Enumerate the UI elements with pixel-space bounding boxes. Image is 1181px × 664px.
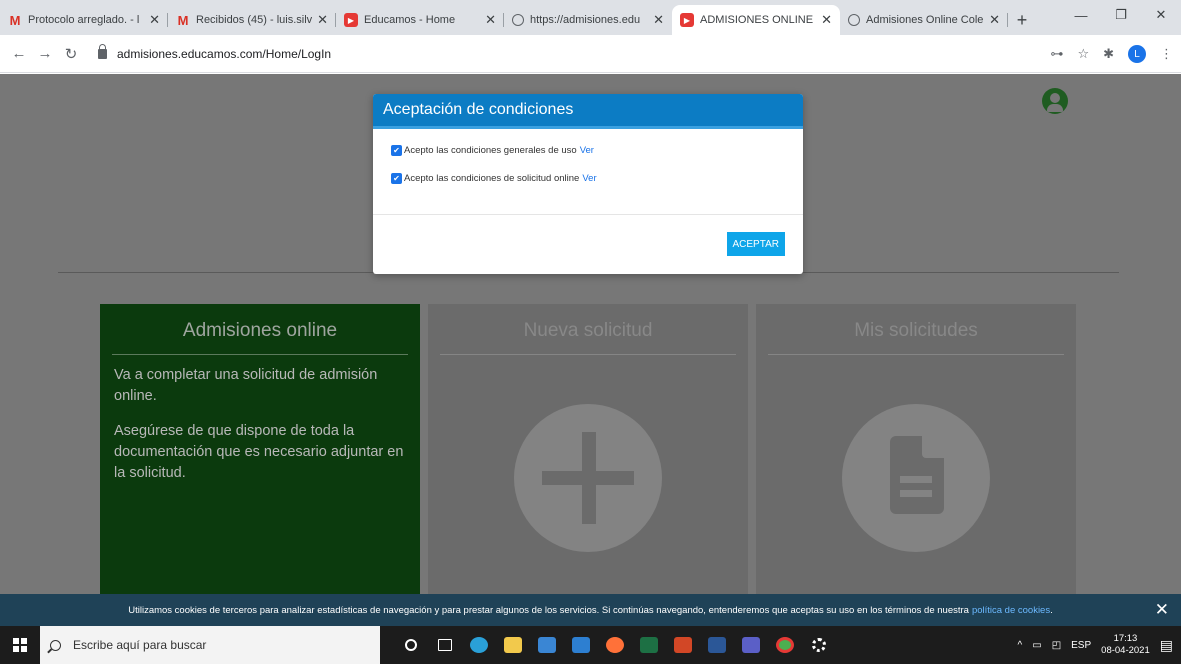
checkbox-label: Acepto las condiciones de solicitud onli…	[404, 173, 580, 184]
card-rule	[112, 354, 408, 355]
task-view-icon[interactable]	[428, 626, 462, 664]
back-button[interactable]: ←	[6, 45, 32, 62]
browser-toolbar: ← → ↻ admisiones.educamos.com/Home/LogIn…	[0, 35, 1181, 73]
close-tab-icon[interactable]: ✕	[821, 12, 832, 28]
browser-tab-3[interactable]: ▶ Educamos - Home ✕	[336, 5, 504, 35]
restore-button[interactable]: ❐	[1101, 0, 1141, 30]
card-admisiones-online[interactable]: Admisiones online Va a completar una sol…	[100, 304, 420, 594]
extensions-icon[interactable]: ✱	[1103, 46, 1114, 62]
browser-tab-6[interactable]: Admisiones Online Cole ✕	[840, 5, 1008, 35]
search-icon	[50, 639, 61, 651]
action-center-icon[interactable]: ▤	[1160, 637, 1173, 654]
teams-icon[interactable]	[734, 626, 768, 664]
document-icon	[842, 404, 990, 552]
cookie-policy-link[interactable]: política de cookies	[972, 605, 1050, 616]
reload-button[interactable]: ↻	[58, 45, 84, 63]
view-general-conditions-link[interactable]: Ver	[580, 145, 594, 156]
network-icon[interactable]: ▭	[1032, 640, 1041, 651]
clock[interactable]: 17:13 08-04-2021	[1101, 633, 1150, 657]
globe-icon	[848, 14, 860, 26]
forward-button[interactable]: →	[32, 45, 58, 62]
cortana-icon[interactable]	[394, 626, 428, 664]
system-tray: ^ ▭ ◰ ESP 17:13 08-04-2021 ▤	[1018, 626, 1181, 664]
plus-icon	[514, 404, 662, 552]
close-tab-icon[interactable]: ✕	[989, 12, 1000, 28]
cookie-banner: Utilizamos cookies de terceros para anal…	[0, 594, 1181, 626]
windows-taskbar: Escribe aquí para buscar ^ ▭ ◰ ESP 17:13…	[0, 626, 1181, 664]
browser-tab-5-active[interactable]: ▶ ADMISIONES ONLINE ✕	[672, 5, 840, 35]
edge-icon[interactable]	[462, 626, 496, 664]
minimize-button[interactable]: —	[1061, 0, 1101, 30]
globe-icon	[512, 14, 524, 26]
card-mis-solicitudes[interactable]: Mis solicitudes	[756, 304, 1076, 594]
new-tab-button[interactable]: +	[1008, 5, 1036, 35]
card-title: Mis solicitudes	[854, 320, 978, 341]
card-rule	[440, 354, 736, 355]
cookie-text: Utilizamos cookies de terceros para anal…	[128, 604, 969, 616]
language-indicator[interactable]: ESP	[1071, 640, 1091, 651]
page-content: Admisiones online Va a completar una sol…	[0, 74, 1181, 594]
star-icon[interactable]: ☆	[1077, 46, 1089, 62]
user-icon[interactable]	[1042, 88, 1068, 114]
powerpoint-icon[interactable]	[666, 626, 700, 664]
notifications-tray-icon[interactable]: ◰	[1052, 640, 1061, 651]
date: 08-04-2021	[1101, 645, 1150, 656]
mail-icon[interactable]	[564, 626, 598, 664]
windows-icon	[13, 638, 27, 652]
key-icon[interactable]: ⊶	[1050, 46, 1063, 62]
store-icon[interactable]	[530, 626, 564, 664]
browser-tab-2[interactable]: M Recibidos (45) - luis.silv ✕	[168, 5, 336, 35]
modal-title: Aceptación de condiciones	[373, 94, 803, 129]
checkbox-online-conditions[interactable]: ✔	[391, 173, 402, 184]
close-tab-icon[interactable]: ✕	[485, 12, 496, 28]
url-text: admisiones.educamos.com/Home/LogIn	[117, 46, 332, 61]
card-rule	[768, 354, 1064, 355]
close-window-button[interactable]: ✕	[1141, 0, 1181, 30]
browser-tab-4[interactable]: https://admisiones.edu ✕	[504, 5, 672, 35]
start-button[interactable]	[0, 626, 40, 664]
card-title: Nueva solicitud	[523, 320, 653, 341]
card-title: Admisiones online	[182, 320, 338, 341]
tab-strip: M Protocolo arreglado. - l ✕ M Recibidos (4…	[0, 0, 1181, 35]
gmail-icon: M	[9, 12, 21, 28]
condition-general: ✔ Acepto las condiciones generales de us…	[391, 145, 785, 156]
close-cookie-icon[interactable]: ✕	[1155, 600, 1169, 620]
address-bar[interactable]: admisiones.educamos.com/Home/LogIn	[92, 40, 992, 68]
excel-icon[interactable]	[632, 626, 666, 664]
firefox-icon[interactable]	[598, 626, 632, 664]
taskbar-search[interactable]: Escribe aquí para buscar	[40, 626, 380, 664]
profile-avatar[interactable]: L	[1128, 45, 1146, 63]
view-online-conditions-link[interactable]: Ver	[582, 173, 596, 184]
card-text: Asegúrese de que dispone de toda la docu…	[114, 423, 404, 481]
file-explorer-icon[interactable]	[496, 626, 530, 664]
word-icon[interactable]	[700, 626, 734, 664]
red-logo-icon: ▶	[344, 13, 358, 27]
browser-tab-1[interactable]: M Protocolo arreglado. - l ✕	[0, 5, 168, 35]
chevron-up-icon[interactable]: ^	[1018, 640, 1023, 651]
close-tab-icon[interactable]: ✕	[653, 12, 664, 28]
checkbox-general-conditions[interactable]: ✔	[391, 145, 402, 156]
gmail-icon: M	[177, 12, 189, 28]
search-placeholder: Escribe aquí para buscar	[73, 638, 207, 652]
accept-button[interactable]: ACEPTAR	[726, 232, 785, 256]
menu-icon[interactable]: ⋮	[1160, 46, 1173, 62]
close-tab-icon[interactable]: ✕	[149, 12, 160, 28]
condition-online: ✔ Acepto las condiciones de solicitud on…	[391, 173, 785, 184]
card-nueva-solicitud[interactable]: Nueva solicitud	[428, 304, 748, 594]
close-tab-icon[interactable]: ✕	[317, 12, 328, 28]
time: 17:13	[1113, 633, 1138, 644]
checkbox-label: Acepto las condiciones generales de uso	[404, 145, 577, 156]
card-text: Va a completar una solicitud de admisión…	[114, 367, 378, 404]
chrome-icon[interactable]	[768, 626, 802, 664]
red-logo-icon: ▶	[680, 13, 694, 27]
settings-icon[interactable]	[802, 626, 836, 664]
lock-icon	[98, 43, 107, 59]
conditions-modal: Aceptación de condiciones ✔ Acepto las c…	[373, 94, 803, 274]
